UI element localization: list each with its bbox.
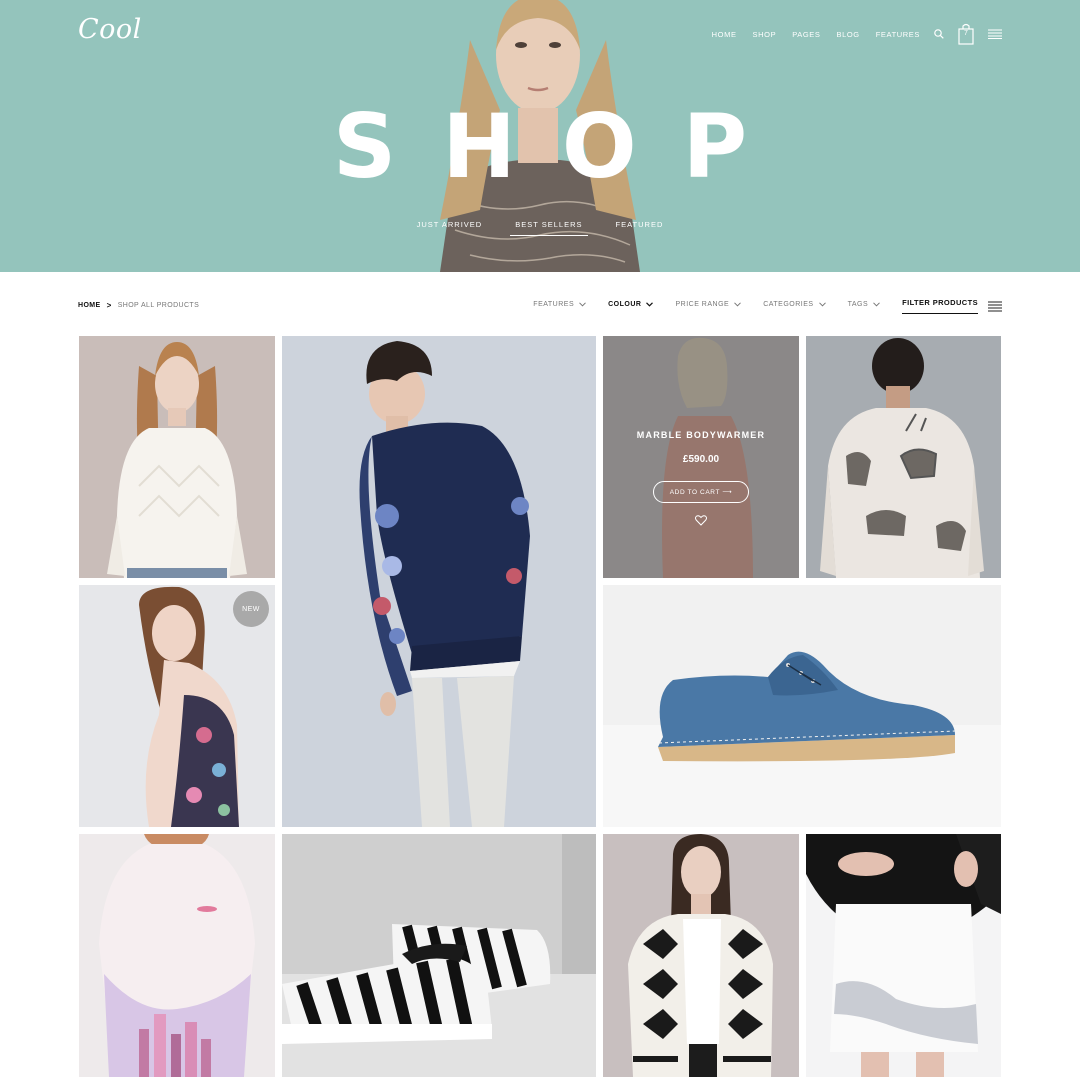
product-image-aztec-cardigan	[628, 834, 773, 1077]
product-image-striped-sneakers	[282, 834, 596, 1077]
brand-logo[interactable]: Cool	[78, 14, 142, 45]
filter-colour-dropdown[interactable]: COLOUR	[608, 300, 654, 312]
product-image-paisley-sweatshirt	[359, 341, 530, 827]
breadcrumb-current: SHOP ALL PRODUCTS	[117, 302, 200, 309]
shopping-bag-icon[interactable]: 7	[958, 23, 974, 45]
cart-count-badge: 7	[964, 30, 968, 37]
product-image-city-print-sweatshirt	[99, 834, 255, 1077]
nav-pages-link[interactable]: PAGES	[792, 30, 820, 39]
chevron-down-icon	[734, 301, 742, 307]
nav-features-link[interactable]: FEATURES	[876, 30, 920, 39]
tab-best-sellers[interactable]: BEST SELLERS	[510, 220, 588, 236]
product-card-hover[interactable]: MARBLE BODYWARMER £590.00 ADD TO CART ⟶	[603, 336, 799, 578]
breadcrumb-separator: >	[106, 301, 112, 310]
chevron-down-icon	[579, 301, 586, 307]
heart-icon[interactable]	[695, 515, 707, 526]
product-name: MARBLE BODYWARMER	[636, 430, 766, 440]
hamburger-menu-icon[interactable]	[988, 29, 1002, 39]
breadcrumb: HOME > SHOP ALL PRODUCTS	[78, 301, 199, 310]
filter-tags-dropdown[interactable]: TAGS	[848, 301, 881, 312]
product-card[interactable]	[79, 834, 275, 1077]
tab-featured[interactable]: FEATURED	[616, 220, 664, 236]
filter-label: TAGS	[847, 300, 869, 308]
filter-label: CATEGORIES	[763, 300, 814, 308]
filter-label: COLOUR	[608, 300, 642, 308]
product-card[interactable]	[806, 336, 1001, 578]
filter-price-range-dropdown[interactable]: PRICE RANGE	[675, 300, 742, 312]
list-view-icon[interactable]	[988, 301, 1002, 312]
search-icon[interactable]	[934, 29, 944, 39]
product-card[interactable]	[603, 585, 1001, 827]
product-card[interactable]	[282, 336, 596, 827]
chevron-down-icon	[873, 301, 880, 307]
nav-home-link[interactable]: HOME	[712, 30, 737, 39]
product-image-white-sweater	[107, 342, 247, 578]
filter-features-dropdown[interactable]: FEATURES	[533, 301, 586, 312]
main-navigation: HOME SHOP PAGES BLOG FEATURES 7	[696, 20, 1002, 48]
add-to-cart-button[interactable]: ADD TO CART ⟶	[652, 481, 750, 503]
product-card[interactable]	[79, 336, 275, 578]
page-title: SHOP	[332, 95, 794, 198]
hero-tabs: JUST ARRIVED BEST SELLERS FEATURED	[0, 220, 1080, 236]
product-card[interactable]	[806, 834, 1001, 1077]
filter-label: FEATURES	[533, 300, 575, 308]
product-price: £590.00	[682, 454, 720, 465]
filter-categories-dropdown[interactable]: CATEGORIES	[763, 300, 826, 312]
product-card[interactable]: NEW	[79, 585, 275, 827]
product-image-white-skirt	[806, 834, 1001, 1077]
breadcrumb-home-link[interactable]: HOME	[78, 302, 101, 309]
filter-bar: FEATURES COLOUR PRICE RANGE CATEGORIES T…	[511, 298, 1002, 314]
nav-shop-link[interactable]: SHOP	[753, 30, 777, 39]
chevron-down-icon	[646, 301, 654, 307]
product-image-deer-sweater	[820, 338, 984, 578]
product-image-blue-suede-shoe	[603, 651, 1001, 827]
filter-label: PRICE RANGE	[675, 300, 730, 308]
hero-banner: Cool HOME SHOP PAGES BLOG FEATURES 7 SHO…	[0, 0, 1080, 272]
product-card[interactable]	[282, 834, 596, 1077]
chevron-down-icon	[818, 301, 826, 307]
product-card[interactable]	[603, 834, 799, 1077]
new-badge: NEW	[233, 591, 269, 627]
tab-just-arrived[interactable]: JUST ARRIVED	[417, 220, 483, 236]
product-hover-overlay: MARBLE BODYWARMER £590.00 ADD TO CART ⟶	[603, 336, 799, 578]
filter-products-button[interactable]: FILTER PRODUCTS	[902, 298, 978, 314]
nav-blog-link[interactable]: BLOG	[837, 30, 860, 39]
